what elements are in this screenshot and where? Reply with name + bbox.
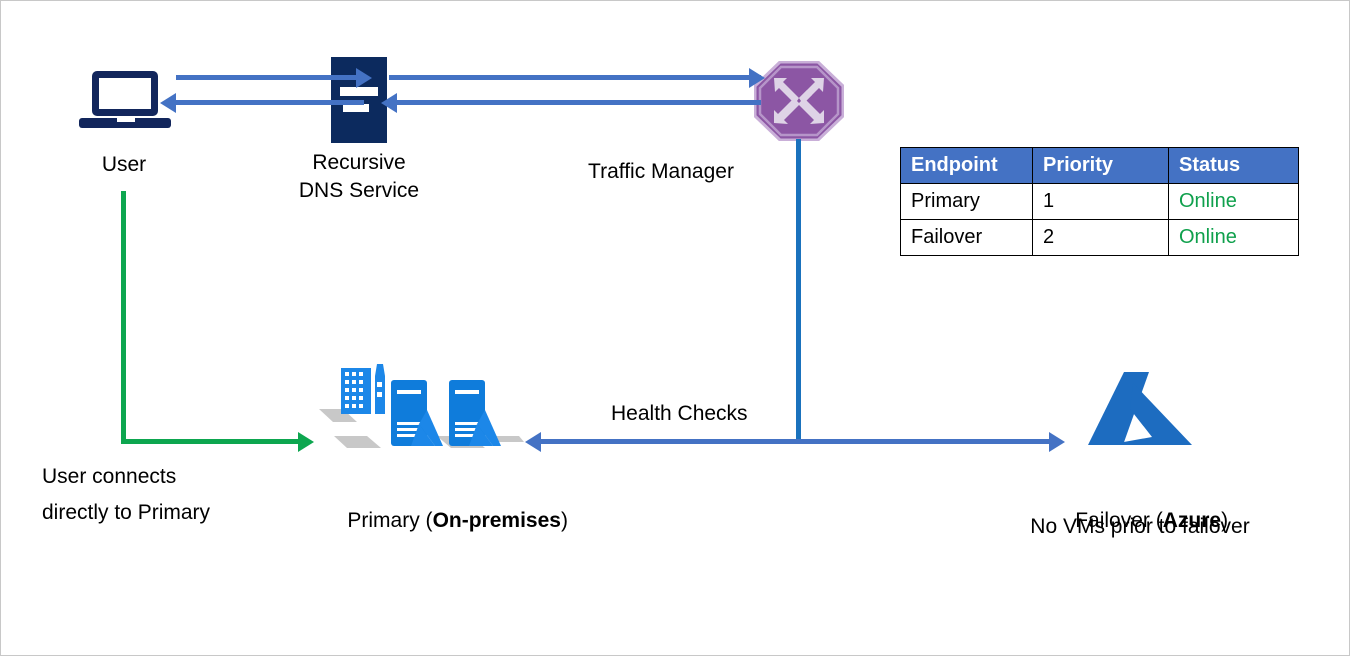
table-header-priority: Priority bbox=[1032, 147, 1169, 184]
arrow-user-to-dns-line bbox=[176, 75, 364, 80]
arrow-user-to-dns-head bbox=[356, 68, 372, 88]
table-row: Failover 2 Online bbox=[900, 219, 1299, 256]
azure-logo-icon bbox=[1086, 369, 1194, 451]
table-header-status: Status bbox=[1168, 147, 1299, 184]
user-path-horizontal-line bbox=[121, 439, 300, 444]
arrow-tm-to-dns-head bbox=[381, 93, 397, 113]
dns-label-line1: Recursive bbox=[312, 151, 406, 174]
azure-logo-svg bbox=[1088, 372, 1192, 445]
health-check-right-line bbox=[799, 439, 1051, 444]
laptop-icon bbox=[79, 71, 171, 133]
user-path-arrowhead bbox=[298, 432, 314, 452]
table-row: Primary 1 Online bbox=[900, 183, 1299, 220]
traffic-manager-icon bbox=[753, 60, 845, 142]
primary-label: Primary (On-premises) bbox=[241, 479, 651, 563]
user-label: User bbox=[101, 153, 147, 176]
health-check-left-arrowhead bbox=[525, 432, 541, 452]
dns-label-line2: DNS Service bbox=[298, 179, 420, 202]
cell-status-failover: Online bbox=[1168, 219, 1299, 256]
dns-server-bar-top bbox=[340, 87, 378, 96]
user-connects-label-line2: directly to Primary bbox=[42, 501, 211, 524]
primary-label-prefix: Primary ( bbox=[347, 509, 433, 532]
laptop-notch bbox=[117, 118, 135, 122]
dns-server-bar-bottom bbox=[343, 104, 369, 112]
laptop-screen bbox=[92, 71, 158, 116]
on-premises-svg bbox=[319, 364, 524, 448]
traffic-manager-svg bbox=[753, 60, 845, 142]
primary-label-bold: On-premises bbox=[432, 509, 561, 532]
failover-label-line2: No VMs prior to failover bbox=[1030, 515, 1250, 538]
cell-priority-primary: 1 bbox=[1032, 183, 1169, 220]
health-check-right-arrowhead bbox=[1049, 432, 1065, 452]
primary-label-suffix: ) bbox=[560, 509, 568, 532]
on-premises-datacenter-icon bbox=[319, 364, 524, 448]
table-header-row: Endpoint Priority Status bbox=[900, 147, 1299, 184]
health-checks-label: Health Checks bbox=[611, 402, 748, 425]
user-connects-label-line1: User connects bbox=[42, 465, 177, 488]
cell-endpoint-failover: Failover bbox=[900, 219, 1033, 256]
traffic-manager-label: Traffic Manager bbox=[588, 160, 734, 183]
table-header-endpoint: Endpoint bbox=[900, 147, 1033, 184]
endpoint-status-table: Endpoint Priority Status Primary 1 Onlin… bbox=[900, 147, 1299, 256]
cell-endpoint-primary: Primary bbox=[900, 183, 1033, 220]
arrow-dns-to-tm-head bbox=[749, 68, 765, 88]
traffic-manager-vertical-line bbox=[796, 139, 801, 443]
arrow-tm-to-dns-line bbox=[389, 100, 761, 105]
arrow-dns-to-tm-line bbox=[389, 75, 761, 80]
arrow-dns-to-user-head bbox=[160, 93, 176, 113]
cell-priority-failover: 2 bbox=[1032, 219, 1169, 256]
cell-status-primary: Online bbox=[1168, 183, 1299, 220]
arrow-dns-to-user-line bbox=[176, 100, 364, 105]
user-path-vertical-line bbox=[121, 191, 126, 444]
health-check-left-line bbox=[541, 439, 799, 444]
diagram-canvas: User Recursive DNS Service Traffic Manag… bbox=[0, 0, 1350, 656]
